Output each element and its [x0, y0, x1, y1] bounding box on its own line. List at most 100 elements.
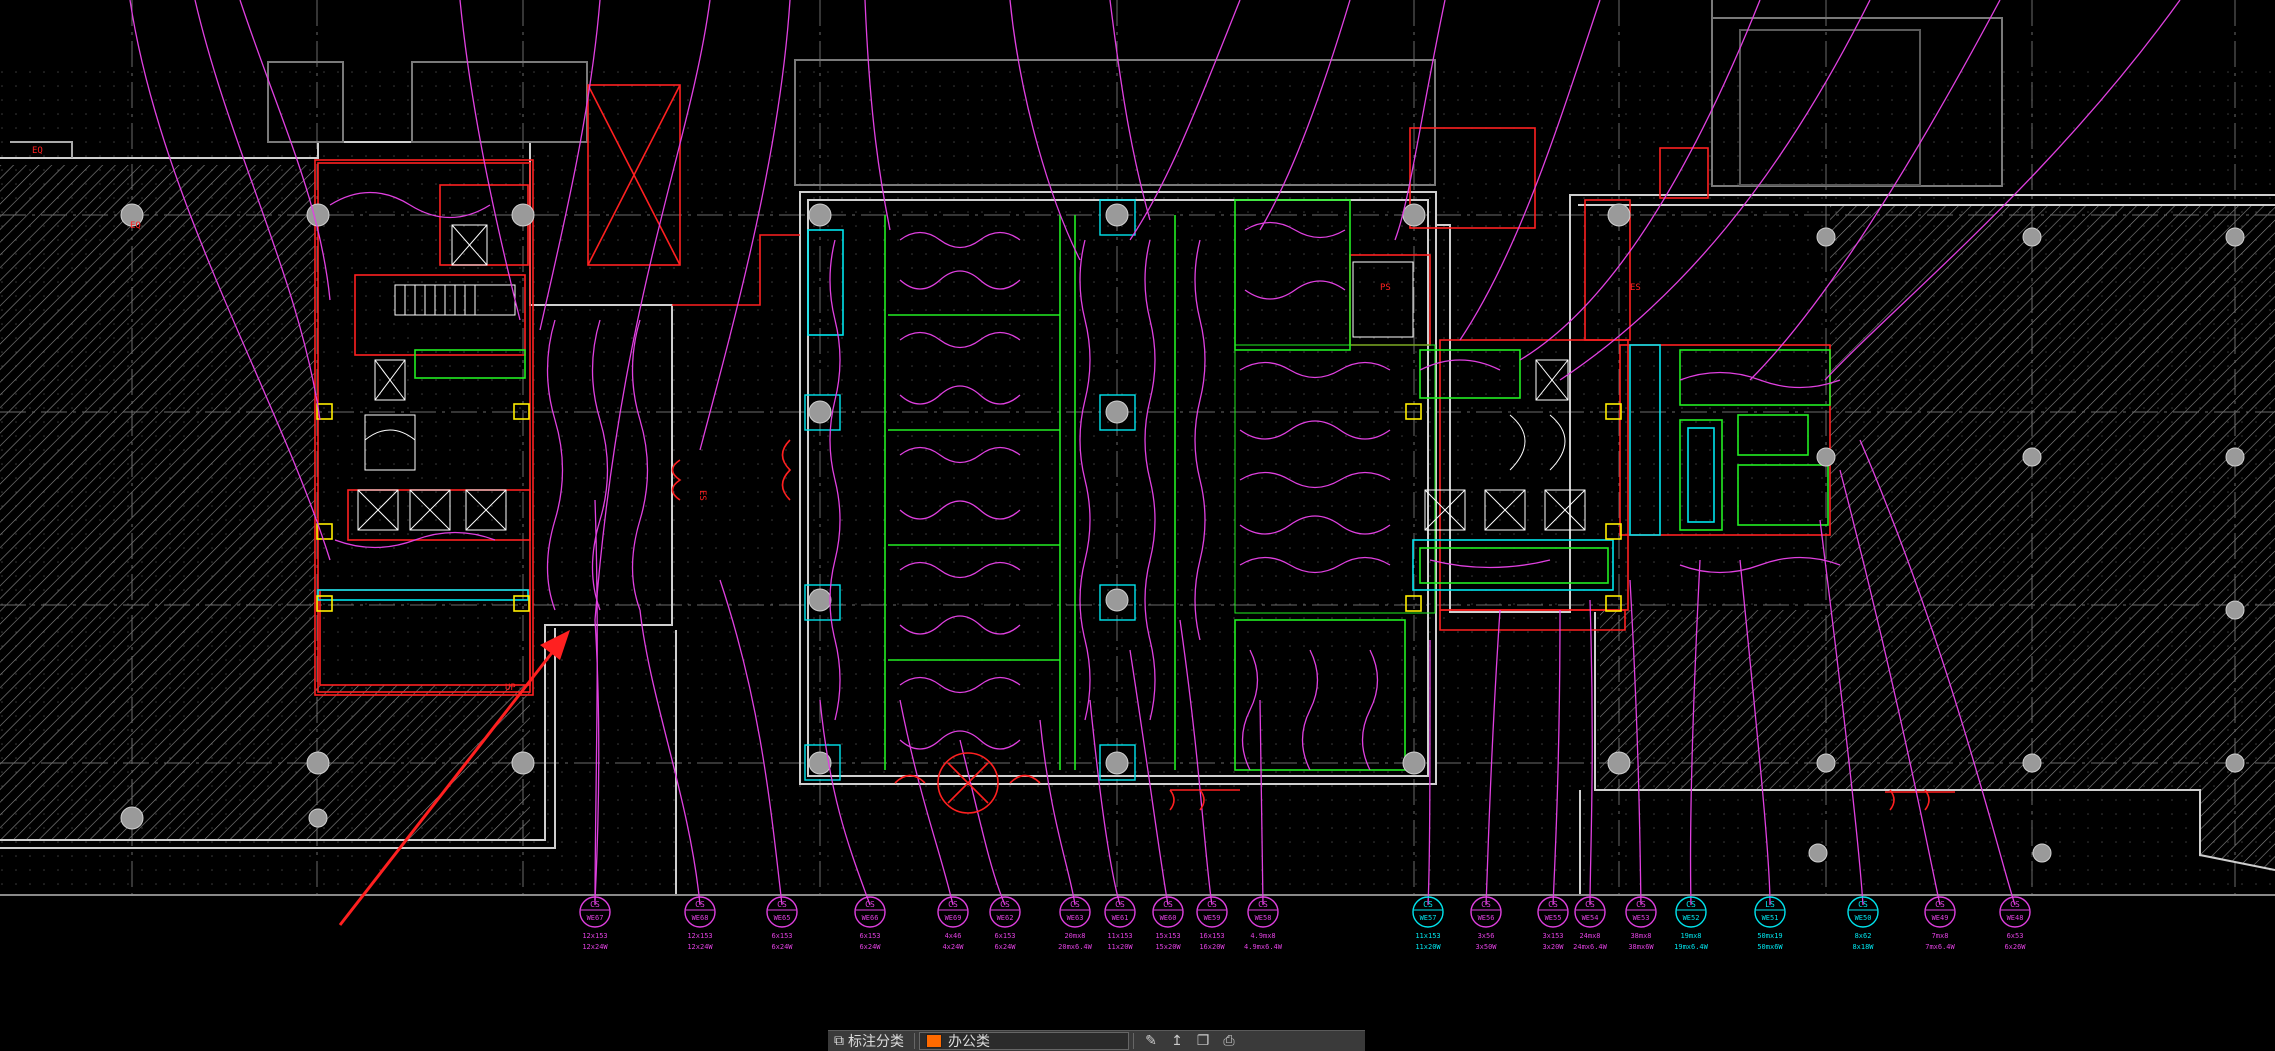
circuit-tag-id: WE57	[1420, 914, 1437, 922]
circuit-tag-count: 15x153	[1155, 932, 1180, 940]
circuit-tag-type: CS	[695, 900, 705, 909]
circuit-tag-power: 24mx6.4W	[1573, 943, 1608, 951]
circuit-tag-type: CS	[777, 900, 787, 909]
circuit-tag-type: CS	[1636, 900, 1646, 909]
circuit-tag-power: 12x24W	[687, 943, 713, 951]
cad-drawing-canvas[interactable]: EQ ES PS ES UP EQ CS WE67 12x153 12x24W CS WE…	[0, 0, 2275, 1050]
circuit-tag-power: 4x24W	[942, 943, 964, 951]
circuit-tag-id: WE54	[1582, 914, 1599, 922]
circuit-tag: CS WE57 11x153 11x20W	[1412, 896, 1444, 951]
circuit-tag-power: 38mx6W	[1628, 943, 1654, 951]
circuit-tag: CS WE59 16x153 16x20W	[1196, 896, 1228, 951]
circuit-tag: CS WE61 11x153 11x20W	[1104, 896, 1136, 951]
circuit-tag-count: 8x62	[1855, 932, 1872, 940]
circuit-tag-id: WE67	[587, 914, 604, 922]
svg-text:ES: ES	[697, 490, 707, 501]
circuit-tag: CS WE69 4x46 4x24W	[937, 896, 969, 951]
draw-pencil-icon[interactable]: ✎	[1138, 1031, 1164, 1051]
circuit-tag: CS WE56 3x56 3x50W	[1470, 896, 1502, 951]
circuit-tag-power: 15x20W	[1155, 943, 1181, 951]
circuit-tag-power: 20mx6.4W	[1058, 943, 1093, 951]
circuit-tag: CS WE68 12x153 12x24W	[684, 896, 716, 951]
circuit-tag-id: WE49	[1932, 914, 1949, 922]
circuit-tag-count: 6x153	[994, 932, 1015, 940]
circuit-tag-count: 6x153	[771, 932, 792, 940]
circuit-tag-count: 11x153	[1107, 932, 1132, 940]
circuit-tag: CS WE53 38mx8 38mx6W	[1625, 896, 1657, 951]
circuit-tag-id: WE68	[692, 914, 709, 922]
circuit-tag-type: CS	[1423, 900, 1433, 909]
circuit-tag: CS WE65 6x153 6x24W	[766, 896, 798, 951]
circuit-tag-power: 12x24W	[582, 943, 608, 951]
circuit-tag-id: WE48	[2007, 914, 2024, 922]
bottom-toolbar: ⧉ 标注分类 办公类 ✎ ↥ ❐ ⎙	[828, 1030, 1365, 1051]
circuit-tag-count: 11x153	[1415, 932, 1440, 940]
circuit-tag-power: 3x20W	[1542, 943, 1564, 951]
svg-text:UP: UP	[505, 683, 516, 693]
circuit-tag-id: WE55	[1545, 914, 1562, 922]
circuit-tag-count: 16x153	[1199, 932, 1224, 940]
circuit-tag-type: CS	[1115, 900, 1125, 909]
circuit-tag-count: 50mx19	[1757, 932, 1782, 940]
circuit-tag-id: WE51	[1762, 914, 1779, 922]
circuit-tag-count: 3x56	[1478, 932, 1495, 940]
circuit-tag-id: WE52	[1683, 914, 1700, 922]
circuit-tag: CS WE52 19mx8 19mx6.4W	[1674, 896, 1709, 951]
circuit-tag-type: CS	[1935, 900, 1945, 909]
print-icon[interactable]: ⎙	[1216, 1031, 1242, 1051]
circuit-tag-id: WE58	[1255, 914, 1272, 922]
circuit-tag-type: CS	[2010, 900, 2020, 909]
circuit-tag: CS WE67 12x153 12x24W	[579, 896, 611, 951]
circuit-tag-type: CS	[865, 900, 875, 909]
circuit-tag-id: WE66	[862, 914, 879, 922]
circuit-tag-type: CS	[1686, 900, 1696, 909]
circuit-tag-id: WE53	[1633, 914, 1650, 922]
circuit-tag-id: WE56	[1478, 914, 1495, 922]
circuit-tag-type: CS	[1858, 900, 1868, 909]
circuit-tag: CS WE63 20mx8 20mx6.4W	[1058, 896, 1093, 951]
circuit-tag-count: 7mx8	[1932, 932, 1949, 940]
circuit-tag-type: CS	[1163, 900, 1173, 909]
circuit-tag-power: 16x20W	[1199, 943, 1225, 951]
circuit-tag-count: 3x153	[1542, 932, 1563, 940]
circuit-tag-power: 11x20W	[1107, 943, 1133, 951]
circuit-tag-power: 19mx6.4W	[1674, 943, 1709, 951]
circuit-tag-id: WE60	[1160, 914, 1177, 922]
circuit-tag-power: 3x50W	[1475, 943, 1497, 951]
circuit-tag-power: 8x18W	[1852, 943, 1874, 951]
circuit-tag-id: WE65	[774, 914, 791, 922]
circuit-tag: CS WE50 8x62 8x18W	[1847, 896, 1879, 951]
move-arrow-icon[interactable]: ↥	[1164, 1031, 1190, 1051]
circuit-tag-count: 4.9mx8	[1250, 932, 1275, 940]
circuit-tag-count: 6x153	[859, 932, 880, 940]
circuit-tag: CS WE48 6x53 6x26W	[1999, 896, 2031, 951]
circuit-tag: CS WE66 6x153 6x24W	[854, 896, 886, 951]
circuit-tag-power: 6x26W	[2004, 943, 2026, 951]
circuit-tag-count: 4x46	[945, 932, 962, 940]
circuit-tag-power: 50mx6W	[1757, 943, 1783, 951]
circuit-tag-type: CS	[1585, 900, 1595, 909]
svg-text:PS: PS	[1380, 283, 1391, 293]
circuit-tag-power: 6x24W	[859, 943, 881, 951]
svg-text:EQ: EQ	[32, 146, 43, 156]
circuit-tag-count: 12x153	[582, 932, 607, 940]
circuit-tag: CS WE58 4.9mx8 4.9mx6.4W	[1244, 896, 1283, 951]
layout-icon: ⧉	[834, 1033, 844, 1049]
copy-icon[interactable]: ❐	[1190, 1031, 1216, 1051]
circuit-tag-count: 38mx8	[1630, 932, 1651, 940]
circuit-tag: CS WE49 7mx8 7mx6.4W	[1924, 896, 1956, 951]
circuit-tag-power: 6x24W	[771, 943, 793, 951]
circuit-tag-type: CS	[1207, 900, 1217, 909]
circuit-tag-type: CS	[948, 900, 958, 909]
layout-tab[interactable]: ⧉ 标注分类	[828, 1031, 910, 1051]
circuit-tag-count: 24mx8	[1579, 932, 1600, 940]
circuit-tag-power: 7mx6.4W	[1925, 943, 1955, 951]
circuit-tag: LS WE51 50mx19 50mx6W	[1754, 896, 1786, 951]
circuit-tag-type: LS	[1765, 900, 1775, 909]
circuit-tag: CS WE55 3x153 3x20W	[1537, 896, 1569, 951]
circuit-tag-type: CS	[1258, 900, 1268, 909]
circuit-tags: CS WE67 12x153 12x24W CS WE68 12x153 12x24W CS WE…	[579, 896, 2031, 951]
layer-label: 办公类	[948, 1034, 990, 1050]
circuit-tag-count: 12x153	[687, 932, 712, 940]
layer-dropdown[interactable]: 办公类	[919, 1032, 1129, 1050]
